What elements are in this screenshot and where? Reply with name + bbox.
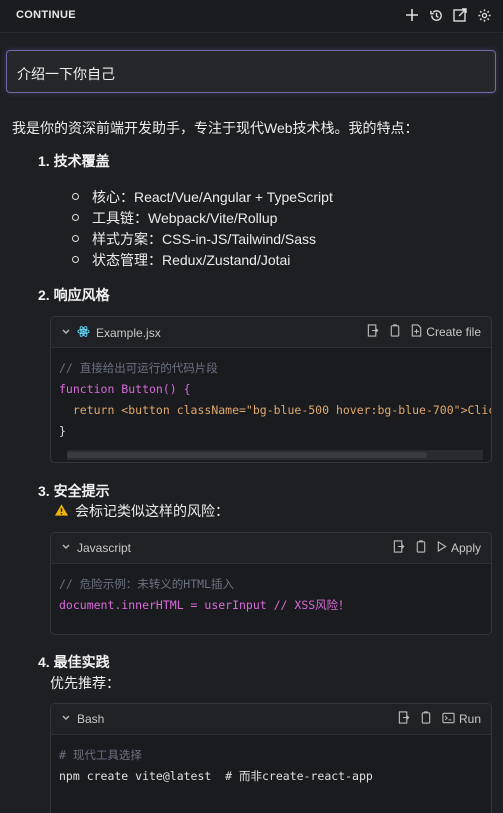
plus-icon[interactable] bbox=[403, 6, 421, 24]
code-block: Javascript Apply // 危险示例：未转义的HTML插入 docu… bbox=[50, 532, 492, 635]
settings-icon[interactable] bbox=[475, 6, 493, 24]
play-icon[interactable] bbox=[437, 540, 447, 555]
copy-icon[interactable] bbox=[415, 540, 427, 556]
warning-line: 会标记类似这样的风险： bbox=[54, 501, 229, 521]
copy-icon[interactable] bbox=[420, 711, 432, 727]
code-line: # 现代工具选择 bbox=[59, 748, 142, 762]
code-line: npm create vite@latest # 而非create-react-… bbox=[59, 769, 373, 783]
code-language: Bash bbox=[77, 712, 105, 726]
prompt-text: 介绍一下你自己 bbox=[17, 66, 115, 82]
code-language: Javascript bbox=[77, 541, 132, 555]
code-line: } bbox=[59, 424, 66, 438]
code-content: // 直接给出可运行的代码片段 function Button() { retu… bbox=[51, 348, 491, 450]
section-heading: 3. 安全提示 bbox=[38, 483, 110, 499]
list-item: 状态管理：Redux/Zustand/Jotai bbox=[72, 250, 290, 270]
copy-icon[interactable] bbox=[389, 324, 401, 340]
code-block-header: Example.jsx Create file bbox=[51, 317, 491, 348]
apply-button[interactable]: Apply bbox=[451, 541, 481, 555]
code-actions: Run bbox=[398, 711, 481, 727]
code-actions: Create file bbox=[367, 324, 481, 340]
code-content: # 现代工具选择 npm create vite@latest # 而非crea… bbox=[51, 735, 491, 795]
section-heading: 2. 响应风格 bbox=[38, 287, 110, 303]
insert-at-cursor-icon[interactable] bbox=[393, 540, 405, 556]
history-icon[interactable] bbox=[427, 6, 445, 24]
warning-icon bbox=[54, 503, 69, 520]
create-file-button[interactable]: Create file bbox=[426, 325, 481, 339]
insert-at-cursor-icon[interactable] bbox=[367, 324, 379, 340]
list-item: 工具链：Webpack/Vite/Rollup bbox=[72, 208, 277, 228]
code-lang: Bash bbox=[61, 712, 104, 726]
code-block: Example.jsx Create file // 直接给出可运行的代码片段 … bbox=[50, 316, 492, 463]
horizontal-scrollbar[interactable] bbox=[67, 450, 483, 460]
code-lang: Javascript bbox=[61, 541, 131, 555]
user-prompt[interactable]: 介绍一下你自己 bbox=[6, 50, 496, 93]
code-content: // 危险示例：未转义的HTML插入 document.innerHTML = … bbox=[51, 564, 491, 624]
section-note: 优先推荐： bbox=[50, 675, 120, 691]
code-block-header: Javascript Apply bbox=[51, 533, 491, 564]
response-intro: 我是你的资深前端开发助手，专注于现代Web技术栈。我的特点： bbox=[12, 120, 419, 136]
code-lang: Example.jsx bbox=[61, 325, 161, 341]
insert-at-cursor-icon[interactable] bbox=[398, 711, 410, 727]
list-item: 核心：React/Vue/Angular + TypeScript bbox=[72, 187, 333, 207]
collapse-chevron-icon[interactable] bbox=[61, 541, 71, 555]
app-title: CONTINUE bbox=[16, 9, 76, 21]
code-line: // 直接给出可运行的代码片段 bbox=[59, 361, 218, 375]
list-item: 样式方案：CSS-in-JS/Tailwind/Sass bbox=[72, 229, 316, 249]
code-block-header: Bash Run bbox=[51, 704, 491, 735]
open-external-icon[interactable] bbox=[451, 6, 469, 24]
code-filename: Example.jsx bbox=[96, 326, 161, 340]
code-line: function Button() { bbox=[59, 382, 191, 396]
code-block: Bash Run # 现代工具选择 npm create vite@latest… bbox=[50, 703, 492, 813]
toolbar-icons bbox=[403, 6, 493, 24]
section-heading: 4. 最佳实践 bbox=[38, 654, 110, 670]
code-actions: Apply bbox=[393, 540, 481, 556]
code-line: return <button className="bg-blue-500 ho… bbox=[59, 403, 492, 417]
scrollbar-thumb[interactable] bbox=[67, 452, 427, 458]
collapse-chevron-icon[interactable] bbox=[61, 326, 71, 340]
code-line: document.innerHTML = userInput // XSS风险！ bbox=[59, 598, 350, 612]
react-icon bbox=[77, 325, 90, 341]
code-line: // 危险示例：未转义的HTML插入 bbox=[59, 577, 234, 591]
run-button[interactable]: Run bbox=[459, 712, 481, 726]
warning-text: 会标记类似这样的风险： bbox=[75, 503, 229, 519]
collapse-chevron-icon[interactable] bbox=[61, 712, 71, 726]
create-file-icon[interactable] bbox=[411, 324, 422, 340]
top-bar: CONTINUE bbox=[0, 0, 503, 33]
section-heading: 1. 技术覆盖 bbox=[38, 153, 110, 169]
terminal-icon[interactable] bbox=[442, 712, 455, 727]
